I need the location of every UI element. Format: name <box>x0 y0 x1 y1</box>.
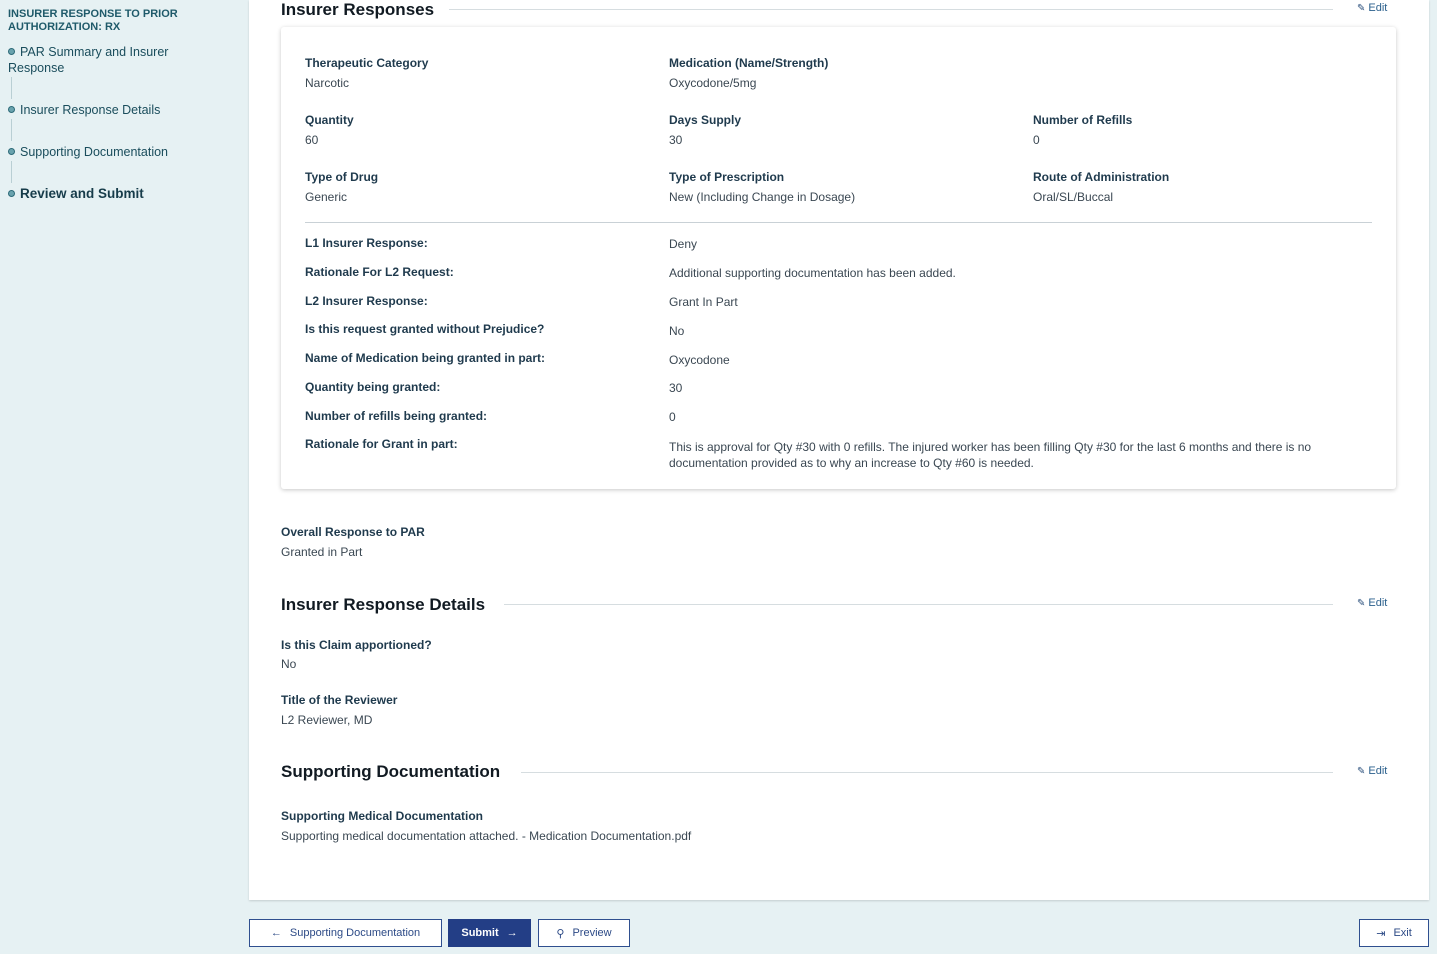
edit-insurer-responses-link[interactable]: ✎ Edit <box>1357 2 1387 14</box>
type-of-drug-label: Type of Drug <box>305 170 379 184</box>
reviewer-value: L2 Reviewer, MD <box>281 713 373 727</box>
exit-button[interactable]: ⇥ Exit <box>1359 919 1429 947</box>
step-dot-icon <box>8 48 15 56</box>
edit-label: Edit <box>1368 2 1388 14</box>
response-value: This is approval for Qty #30 with 0 refi… <box>669 440 1312 470</box>
edit-label: Edit <box>1368 597 1388 609</box>
button-label: Supporting Documentation <box>289 927 421 939</box>
response-label: Name of Medication being granted in part… <box>305 351 546 365</box>
response-label: Number of refills being granted: <box>305 409 488 423</box>
submit-button[interactable]: Submit → <box>448 919 531 947</box>
supporting-medical-documentation-label: Supporting Medical Documentation <box>281 809 484 823</box>
button-label: Preview <box>572 927 612 939</box>
step-connector <box>11 77 12 99</box>
arrow-right-icon: → <box>506 927 518 939</box>
exit-icon: ⇥ <box>1376 927 1386 940</box>
sidebar-item-label: Review and Submit <box>20 186 144 201</box>
response-value: 0 <box>669 410 676 424</box>
overall-response-label: Overall Response to PAR <box>281 525 425 539</box>
pencil-icon: ✎ <box>1357 598 1366 609</box>
refills-label: Number of Refills <box>1033 113 1133 127</box>
sidebar-item-review-and-submit[interactable]: Review and Submit <box>8 186 198 202</box>
days-supply-label: Days Supply <box>669 113 742 127</box>
response-value: Grant In Part <box>669 295 738 309</box>
sidebar-item-label: Insurer Response Details <box>20 103 161 117</box>
medication-name-label: Medication (Name/Strength) <box>669 56 829 70</box>
section-heading-insurer-responses: Insurer Responses <box>281 0 449 20</box>
section-divider <box>504 604 1333 605</box>
therapeutic-category-value: Narcotic <box>305 76 350 90</box>
sidebar-item-insurer-response-details[interactable]: Insurer Response Details <box>8 102 198 118</box>
section-divider <box>521 772 1333 773</box>
step-dot-icon <box>8 189 15 197</box>
quantity-value: 60 <box>305 133 319 147</box>
section-heading-insurer-response-details: Insurer Response Details <box>281 595 500 615</box>
overall-response-value: Granted in Part <box>281 545 363 559</box>
route-label: Route of Administration <box>1033 170 1170 184</box>
arrow-left-icon: ← <box>270 927 282 939</box>
type-of-prescription-value: New (Including Change in Dosage) <box>669 190 856 204</box>
reviewer-label: Title of the Reviewer <box>281 693 398 707</box>
pencil-icon: ✎ <box>1357 3 1366 14</box>
sidebar-item-label: PAR Summary and Insurer Response <box>8 45 169 75</box>
apportioned-value: No <box>281 657 297 671</box>
preview-button[interactable]: ⚲ Preview <box>538 919 630 947</box>
apportioned-label: Is this Claim apportioned? <box>281 638 432 652</box>
therapeutic-category-label: Therapeutic Category <box>305 56 429 70</box>
response-value: Deny <box>669 237 698 251</box>
step-connector <box>11 161 12 183</box>
response-label: Rationale For L2 Request: <box>305 265 454 279</box>
supporting-medical-documentation-value[interactable]: Supporting medical documentation attache… <box>281 829 691 843</box>
main-panel: Insurer Responses ✎ Edit Therapeutic Cate… <box>249 0 1429 900</box>
sidebar-item-par-summary[interactable]: PAR Summary and Insurer Response <box>8 44 198 76</box>
response-value: 30 <box>669 381 683 395</box>
sidebar-nav: INSURER RESPONSE TO PRIOR AUTHORIZATION:… <box>0 0 240 954</box>
edit-supporting-documentation-link[interactable]: ✎ Edit <box>1357 765 1387 777</box>
response-value: No <box>669 324 685 338</box>
edit-label: Edit <box>1368 765 1388 777</box>
response-label: L2 Insurer Response: <box>305 294 428 308</box>
days-supply-value: 30 <box>669 133 683 147</box>
response-value: Additional supporting documentation has … <box>669 266 956 280</box>
refills-value: 0 <box>1033 133 1040 147</box>
route-value: Oral/SL/Buccal <box>1033 190 1114 204</box>
sidebar-item-label: Supporting Documentation <box>20 145 169 159</box>
step-connector <box>11 119 12 141</box>
response-label: L1 Insurer Response: <box>305 236 428 250</box>
back-supporting-documentation-button[interactable]: ← Supporting Documentation <box>249 919 442 947</box>
sidebar-item-supporting-documentation[interactable]: Supporting Documentation <box>8 144 198 160</box>
pencil-icon: ✎ <box>1357 766 1366 777</box>
medication-name-value: Oxycodone/5mg <box>669 76 757 90</box>
type-of-drug-value: Generic <box>305 190 348 204</box>
card-divider <box>305 222 1372 223</box>
quantity-label: Quantity <box>305 113 354 127</box>
type-of-prescription-label: Type of Prescription <box>669 170 785 184</box>
edit-insurer-response-details-link[interactable]: ✎ Edit <box>1357 597 1387 609</box>
section-heading-supporting-documentation: Supporting Documentation <box>281 762 515 782</box>
step-dot-icon <box>8 148 15 156</box>
response-label: Is this request granted without Prejudic… <box>305 322 545 336</box>
sidebar-title: INSURER RESPONSE TO PRIOR AUTHORIZATION:… <box>8 8 178 33</box>
medication-response-card: Therapeutic Category Narcotic Medication… <box>281 27 1396 489</box>
response-label: Rationale for Grant in part: <box>305 437 458 451</box>
section-divider <box>449 9 1333 10</box>
response-label: Quantity being granted: <box>305 380 441 394</box>
response-value: Oxycodone <box>669 353 730 367</box>
search-icon: ⚲ <box>556 927 565 940</box>
button-label: Submit <box>461 927 499 939</box>
step-dot-icon <box>8 106 15 114</box>
button-label: Exit <box>1393 927 1412 939</box>
